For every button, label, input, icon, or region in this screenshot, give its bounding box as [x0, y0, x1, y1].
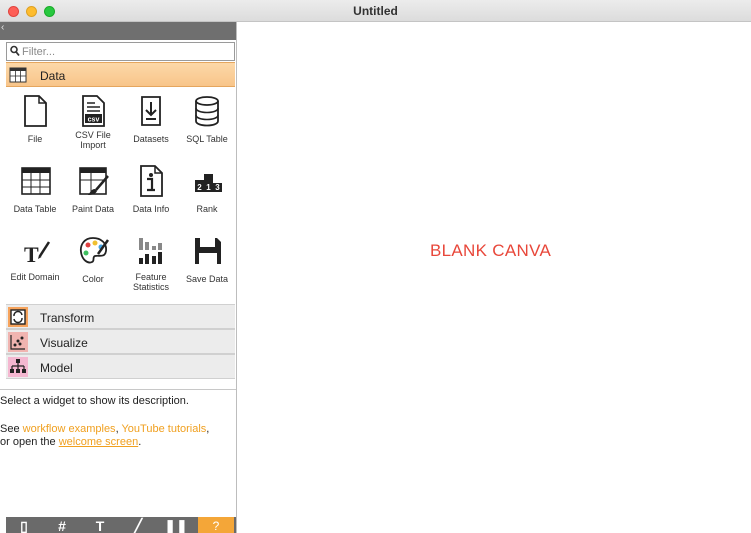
help-icon[interactable]: ?: [198, 517, 234, 533]
dock-collapse-icon[interactable]: ‹: [1, 23, 4, 33]
help-links-line1: See workflow examples, YouTube tutorials…: [0, 423, 210, 435]
edit-text-icon: T: [24, 241, 51, 267]
svg-text:3: 3: [215, 183, 220, 192]
datasets-download-icon: [141, 96, 161, 126]
palette-icon: [79, 237, 110, 264]
widget-edit-domain[interactable]: T Edit Domain: [6, 228, 64, 298]
widget-label: CSV File Import: [75, 130, 111, 150]
widget-label: SQL Table: [186, 134, 228, 144]
category-visualize[interactable]: Visualize: [6, 329, 235, 354]
bar-stats-icon: [139, 238, 162, 264]
floppy-disk-icon: [195, 238, 221, 264]
widget-label: Datasets: [133, 134, 169, 144]
description-panel: Select a widget to show its description.…: [0, 389, 236, 515]
widget-label: Rank: [196, 204, 218, 214]
description-text: Select a widget to show its description.: [0, 395, 189, 407]
category-visualize-label: Visualize: [40, 336, 88, 350]
category-transform[interactable]: Transform: [6, 304, 235, 329]
file-icon[interactable]: ▯: [6, 517, 42, 533]
info-icon: [140, 165, 163, 197]
widget-label: Data Info: [132, 204, 170, 214]
file-icon: [24, 95, 47, 127]
category-model-label: Model: [40, 361, 73, 375]
widget-data-table[interactable]: Data Table: [6, 158, 64, 228]
widget-sql-table[interactable]: SQL Table: [178, 88, 236, 158]
table-grid-icon: [21, 167, 51, 195]
window-title: Untitled: [353, 4, 398, 18]
csv-file-icon: csv: [82, 95, 105, 127]
svg-text:T: T: [24, 242, 39, 267]
pause-icon[interactable]: ❚❚: [158, 517, 194, 533]
widget-label: Paint Data: [71, 204, 115, 214]
dock-toolbar: ▯ # T ╱ ❚❚ ?: [6, 517, 236, 533]
widget-paint-data[interactable]: Paint Data: [64, 158, 122, 228]
widget-dock: ‹ Data File: [0, 22, 237, 533]
svg-text:1: 1: [206, 183, 211, 192]
canvas-placeholder-text: BLANK CANVA: [430, 241, 552, 260]
welcome-screen-link[interactable]: welcome screen: [59, 436, 138, 448]
table-icon: [9, 67, 27, 83]
workflow-examples-link[interactable]: workflow examples: [23, 423, 116, 435]
paint-brush-icon: [79, 167, 109, 195]
widget-feature-statistics[interactable]: Feature Statistics: [122, 228, 180, 298]
widget-label: File: [27, 134, 43, 144]
scatter-plot-icon: [8, 332, 28, 352]
widget-data-info[interactable]: Data Info: [122, 158, 180, 228]
widget-file[interactable]: File: [6, 88, 64, 158]
svg-text:2: 2: [197, 183, 202, 192]
category-transform-label: Transform: [40, 311, 95, 325]
svg-text:csv: csv: [88, 117, 100, 124]
tree-model-icon: [8, 357, 28, 377]
pen-icon[interactable]: ╱: [120, 517, 156, 533]
category-data-label: Data: [40, 69, 66, 83]
database-icon: [195, 96, 219, 127]
rank-podium-icon: 2 1 3: [195, 174, 222, 192]
widget-label: Feature Statistics: [132, 272, 169, 292]
filter-input[interactable]: [22, 44, 232, 59]
widget-csv-file-import[interactable]: csv CSV File Import: [64, 88, 122, 158]
widget-datasets[interactable]: Datasets: [122, 88, 180, 158]
widget-label: Data Table: [13, 204, 57, 214]
dock-header: ‹: [0, 22, 236, 40]
text-icon[interactable]: T: [82, 517, 118, 533]
widget-rank[interactable]: 2 1 3 Rank: [178, 158, 236, 228]
grid-icon[interactable]: #: [44, 517, 80, 533]
window-titlebar: Untitled: [0, 0, 751, 22]
category-data[interactable]: Data: [6, 62, 235, 87]
widget-label: Save Data: [185, 274, 229, 284]
widget-label: Edit Domain: [10, 272, 60, 282]
category-model[interactable]: Model: [6, 354, 235, 379]
search-icon: [10, 45, 20, 57]
widget-label: Color: [82, 274, 104, 284]
filter-field[interactable]: [6, 42, 235, 61]
transform-icon: [8, 307, 28, 327]
widget-color[interactable]: Color: [64, 228, 122, 298]
widget-save-data[interactable]: Save Data: [178, 228, 236, 298]
youtube-tutorials-link[interactable]: YouTube tutorials: [121, 423, 206, 435]
help-links-line2: or open the welcome screen.: [0, 436, 142, 448]
